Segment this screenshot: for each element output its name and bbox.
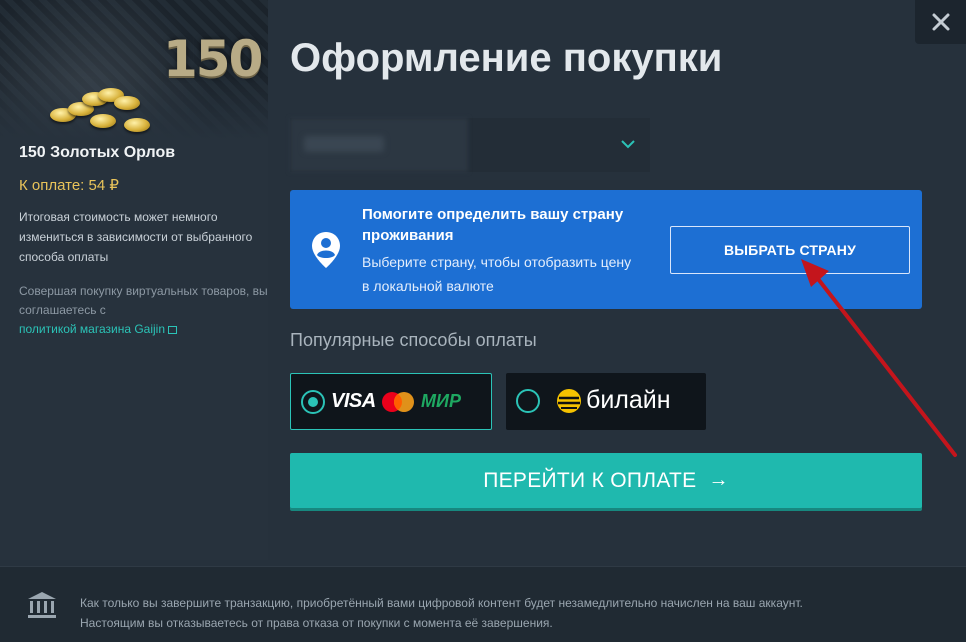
payment-section-title: Популярные способы оплаты [290, 330, 537, 350]
arrow-right-icon: → [708, 469, 729, 491]
country-select[interactable] [290, 118, 650, 172]
terms-note: Совершая покупку виртуальных товаров, вы… [19, 282, 274, 339]
purchase-modal: 150 150 Золотых Орлов К оплате: 54 ₽ Ито… [0, 0, 966, 642]
page-title: Оформление покупки [290, 36, 723, 80]
close-icon [932, 13, 949, 31]
banner-description: Выберите страну, чтобы отобразить цену в… [362, 254, 632, 294]
close-button[interactable] [915, 0, 966, 44]
mastercard-icon [382, 392, 414, 412]
annotation-arrow [801, 259, 957, 457]
banner-title: Помогите определить вашу страну проживан… [362, 206, 624, 244]
location-person-icon [312, 232, 340, 268]
legal-line-2: Настоящим вы отказываетесь от права отка… [80, 616, 553, 630]
legal-text: Как только вы завершите транзакцию, прио… [80, 593, 940, 633]
product-name: 150 Золотых Орлов [19, 144, 176, 161]
radio-unselected[interactable] [516, 389, 540, 413]
legal-footer: Как только вы завершите транзакцию, прио… [0, 566, 966, 642]
chevron-down-icon [621, 140, 635, 149]
beeline-icon [557, 389, 581, 413]
payment-method-beeline[interactable]: билайн [506, 373, 706, 430]
product-panel: 150 150 Золотых Орлов К оплате: 54 ₽ Ито… [0, 0, 268, 560]
visa-logo: VISA [331, 390, 376, 412]
price-note: Итоговая стоимость может немного изменит… [19, 210, 253, 264]
select-value-blurred [304, 136, 384, 152]
price-label: К оплате: 54 ₽ [19, 177, 119, 194]
proceed-label: ПЕРЕЙТИ К ОПЛАТЕ [483, 468, 697, 492]
payment-method-cards[interactable]: VISA МИР [290, 373, 492, 430]
external-link-icon [168, 326, 178, 334]
beeline-logo-text: билайн [586, 386, 671, 414]
bank-icon [28, 592, 56, 618]
radio-selected[interactable] [301, 390, 325, 414]
product-hero-number: 150 [163, 30, 263, 88]
mir-logo: МИР [421, 391, 461, 411]
legal-line-1: Как только вы завершите транзакцию, прио… [80, 596, 803, 610]
proceed-to-payment-button[interactable]: ПЕРЕЙТИ К ОПЛАТЕ → [290, 453, 922, 508]
terms-prefix: Совершая покупку виртуальных товаров, вы… [19, 284, 268, 317]
policy-link[interactable]: политикой магазина Gaijin [19, 322, 165, 336]
